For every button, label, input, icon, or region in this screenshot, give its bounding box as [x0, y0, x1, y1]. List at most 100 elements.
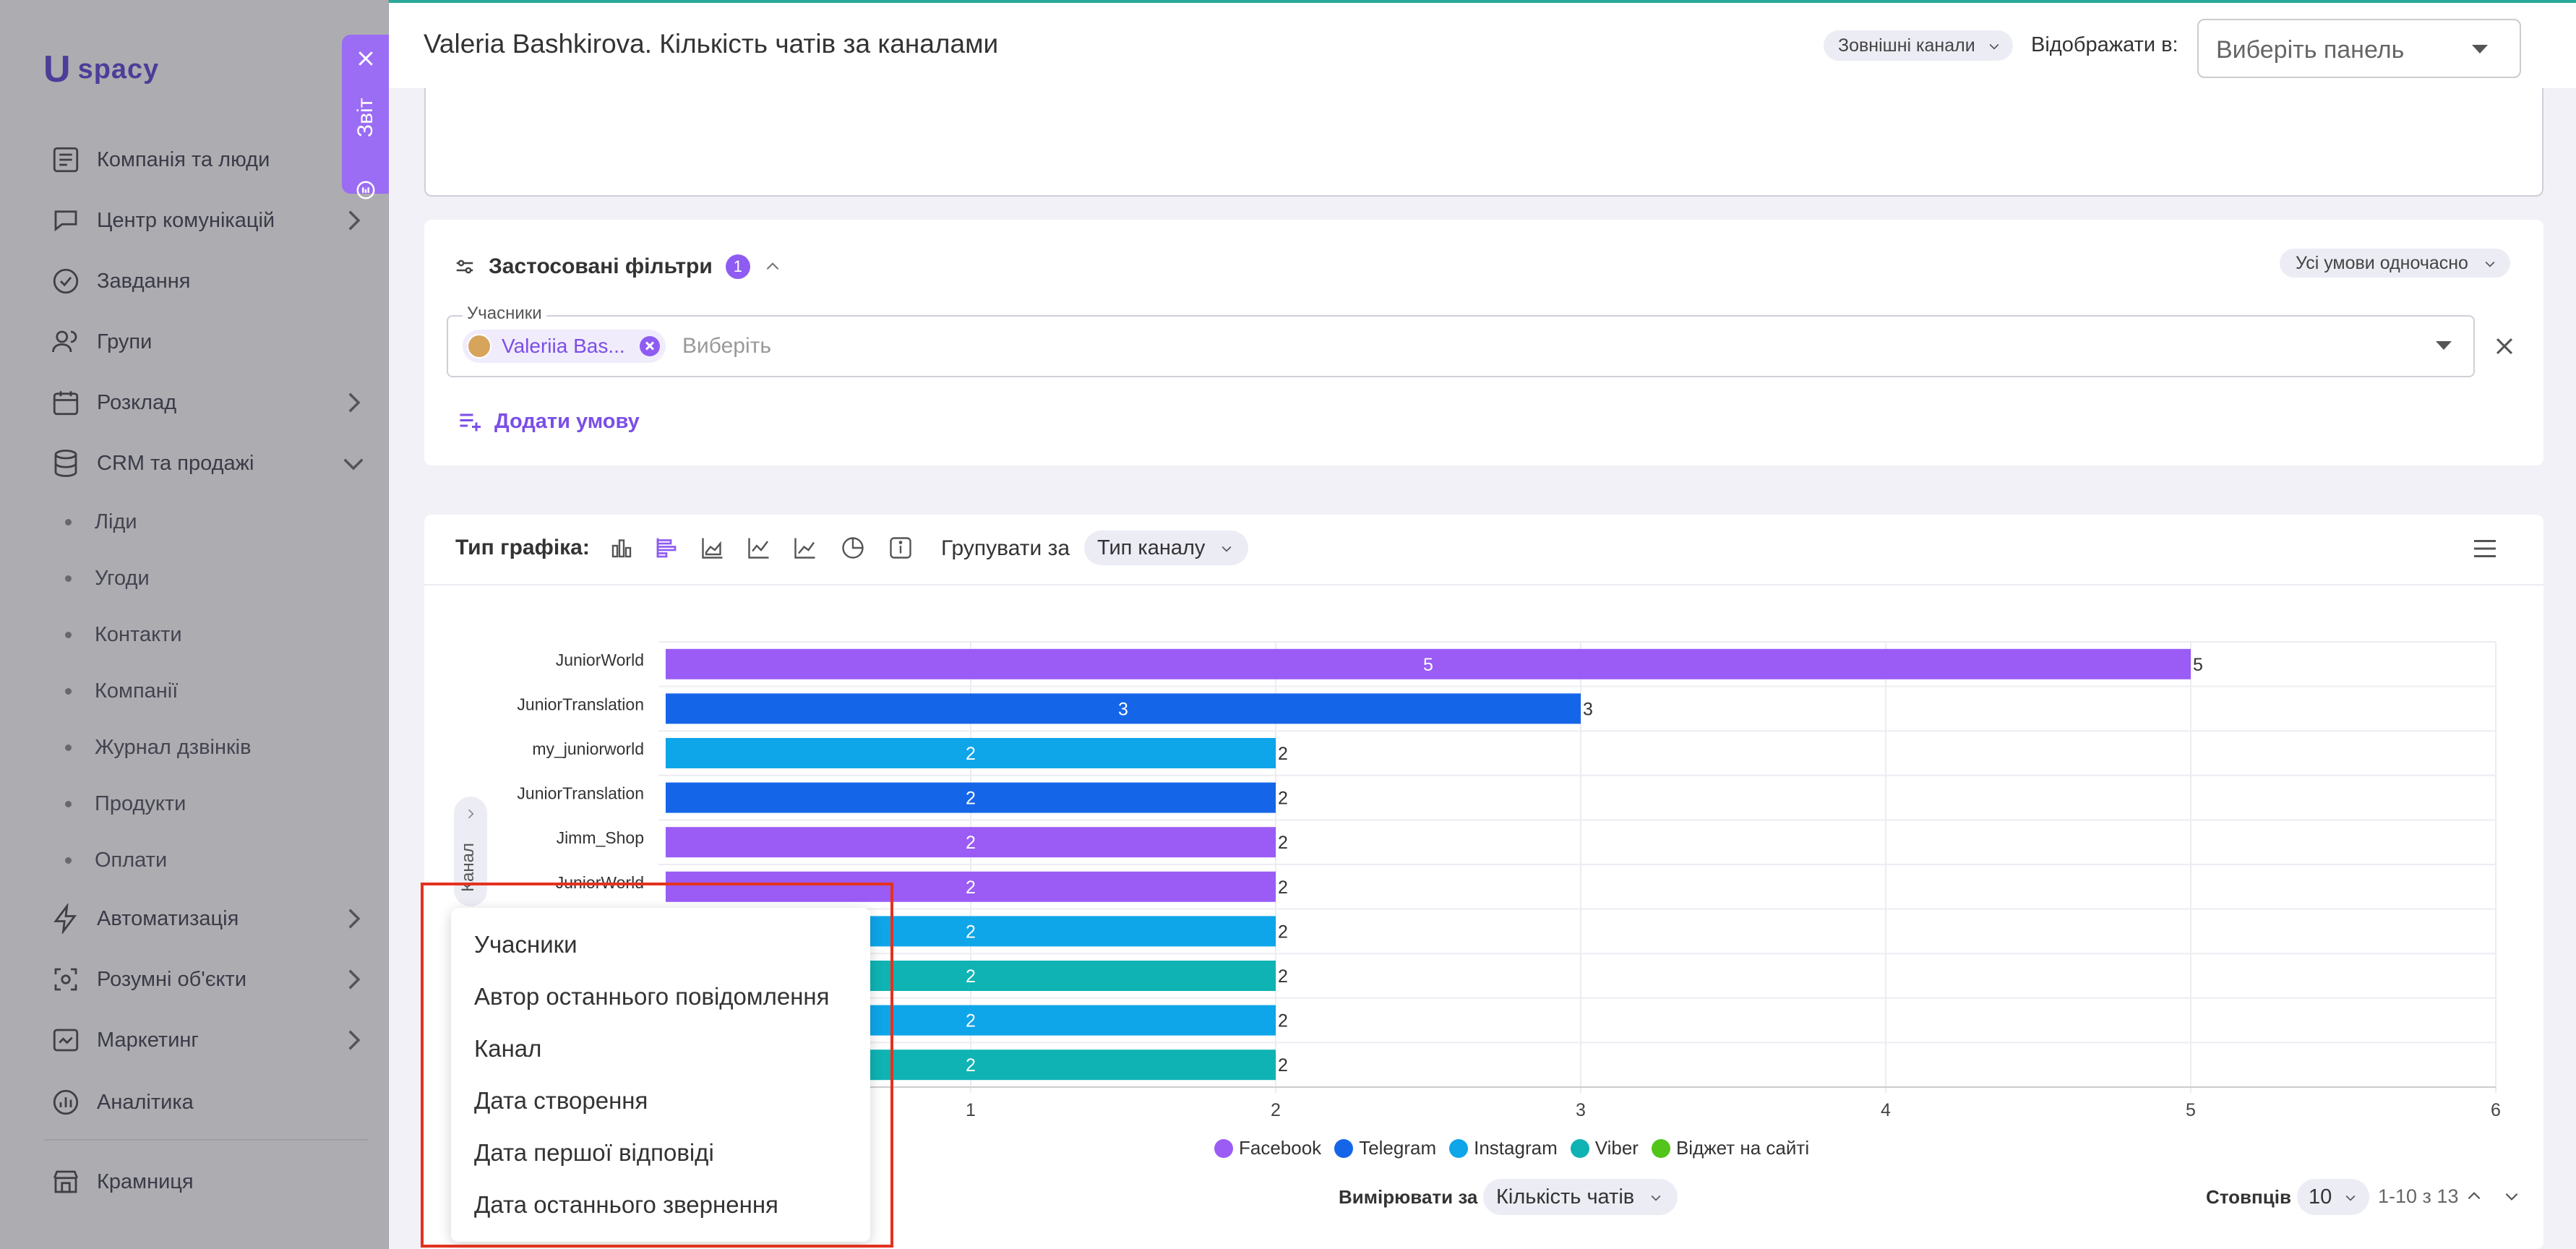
close-icon[interactable] [355, 48, 377, 69]
avatar [467, 334, 491, 359]
pie-chart-icon[interactable] [840, 535, 866, 561]
chart-legend: Facebook Telegram Instagram Viber Віджет на … [1214, 1137, 1809, 1159]
bar-value-label: 2 [966, 922, 976, 942]
bar-end-label: 2 [1278, 789, 1288, 809]
legend-item[interactable]: Instagram [1449, 1137, 1558, 1159]
bar-end-label: 2 [1278, 1011, 1288, 1031]
legend-item[interactable]: Viber [1570, 1137, 1639, 1159]
columns-select[interactable]: 10 [2297, 1179, 2370, 1215]
filters-header[interactable]: Застосовані фільтри 1 [454, 254, 782, 279]
x-tick-label: 6 [2491, 1100, 2501, 1120]
category-label: JuniorWorld [556, 651, 644, 669]
columns-value: 10 [2309, 1185, 2332, 1209]
info-card-icon[interactable] [888, 535, 914, 561]
conditions-mode-label: Усі умови одночасно [2296, 253, 2468, 273]
chevron-down-icon[interactable] [2502, 1187, 2521, 1206]
group-by-label: Групувати за [941, 536, 1070, 560]
category-label: JuniorTranslation [517, 695, 644, 713]
horizontal-bar-chart-icon[interactable] [653, 535, 679, 561]
bar-end-label: 2 [1278, 877, 1288, 898]
participant-chip[interactable]: Valeriia Bas... [463, 330, 666, 363]
measure-label: Вимірювати за [1339, 1186, 1478, 1208]
filter-settings-icon [456, 259, 473, 274]
bar-value-label: 2 [966, 1055, 976, 1076]
chevron-down-icon [1222, 546, 1232, 552]
chevron-down-icon [1989, 43, 1999, 50]
legend-swatch [1570, 1138, 1589, 1158]
description-textarea[interactable] [424, 88, 2543, 197]
add-list-icon [460, 413, 481, 432]
area-chart-icon[interactable] [700, 535, 726, 561]
bar-value-label: 2 [966, 789, 976, 809]
bar-value-label: 5 [1423, 655, 1433, 675]
bar-value-label: 2 [966, 1011, 976, 1031]
participants-field-label: Учасники [463, 304, 546, 324]
legend-swatch [1334, 1138, 1354, 1158]
external-channels-label: Зовнішні канали [1838, 35, 1975, 56]
bar-end-label: 2 [1278, 744, 1288, 764]
legend-swatch [1449, 1138, 1469, 1158]
line-chart-icon[interactable] [746, 535, 772, 561]
participants-placeholder: Виберіть [682, 334, 772, 358]
bar-end-label: 2 [1278, 833, 1288, 853]
legend-label: Facebook [1239, 1137, 1322, 1159]
category-label: JuniorTranslation [517, 784, 644, 803]
chevron-down-icon [1651, 1195, 1661, 1201]
bar-value-label: 2 [966, 833, 976, 853]
caret-down-icon[interactable] [2436, 341, 2452, 350]
bar-value-label: 3 [1118, 699, 1128, 719]
conditions-mode-select[interactable]: Усі умови одночасно [2280, 249, 2510, 278]
bar-end-label: 3 [1583, 699, 1593, 719]
legend-swatch [1651, 1138, 1670, 1158]
columns-label: Стовпців [2206, 1186, 2291, 1208]
sidebar-overlay[interactable] [0, 0, 389, 1249]
filters-title: Застосовані фільтри [489, 254, 713, 278]
external-channels-select[interactable]: Зовнішні канали [1824, 30, 2013, 61]
x-tick-label: 1 [966, 1100, 976, 1120]
x-tick-label: 2 [1271, 1100, 1281, 1120]
legend-item[interactable]: Віджет на сайті [1651, 1137, 1810, 1159]
add-condition-label: Додати умову [494, 409, 640, 433]
legend-item[interactable]: Facebook [1214, 1137, 1321, 1159]
chevron-right-icon [468, 809, 474, 819]
chevron-up-icon[interactable] [2465, 1187, 2483, 1206]
panel-select[interactable]: Виберіть панель [2197, 19, 2521, 78]
legend-item[interactable]: Telegram [1334, 1137, 1436, 1159]
bar-value-label: 2 [966, 877, 976, 898]
highlight-frame [421, 883, 893, 1248]
chevron-down-icon [2345, 1195, 2356, 1201]
scatter-line-chart-icon[interactable] [792, 535, 818, 561]
category-label: Jimm_Shop [557, 828, 644, 847]
close-icon[interactable] [2492, 334, 2517, 359]
x-tick-label: 5 [2186, 1100, 2196, 1120]
bar-chart-icon[interactable] [609, 535, 635, 561]
bar-value-label: 2 [966, 744, 976, 764]
measure-value: Кількість чатів [1496, 1185, 1635, 1209]
bar-end-label: 2 [1278, 966, 1288, 987]
filters-count-badge: 1 [725, 254, 750, 279]
add-condition-button[interactable]: Додати умову [457, 408, 640, 434]
measure-select[interactable]: Кількість чатів [1483, 1179, 1678, 1215]
x-tick-label: 4 [1881, 1100, 1891, 1120]
legend-label: Instagram [1474, 1137, 1558, 1159]
chevron-up-icon[interactable] [763, 257, 782, 276]
report-tab[interactable]: Звіт [342, 35, 389, 199]
legend-label: Telegram [1359, 1137, 1437, 1159]
report-icon [356, 181, 375, 199]
report-tab-label: Звіт [353, 98, 377, 138]
participant-chip-label: Valeriia Bas... [502, 335, 625, 357]
category-label: my_juniorworld [532, 739, 644, 758]
show-in-label: Відображати в: [2031, 33, 2178, 56]
page-title: Valeria Bashkirova. Кількість чатів за к… [424, 29, 999, 59]
hamburger-menu-icon[interactable] [2472, 538, 2498, 559]
remove-chip-icon[interactable] [639, 336, 660, 356]
chevron-down-icon [2485, 261, 2495, 267]
group-by-select[interactable]: Тип каналу [1084, 531, 1249, 565]
caret-down-icon [2472, 45, 2488, 53]
bar-end-label: 2 [1278, 922, 1288, 942]
bar-end-label: 2 [1278, 1055, 1288, 1076]
bar-end-label: 5 [2193, 655, 2203, 675]
bar-value-label: 2 [966, 966, 976, 987]
chart-type-label: Тип графіка: [455, 536, 590, 559]
legend-label: Віджет на сайті [1675, 1137, 1810, 1159]
